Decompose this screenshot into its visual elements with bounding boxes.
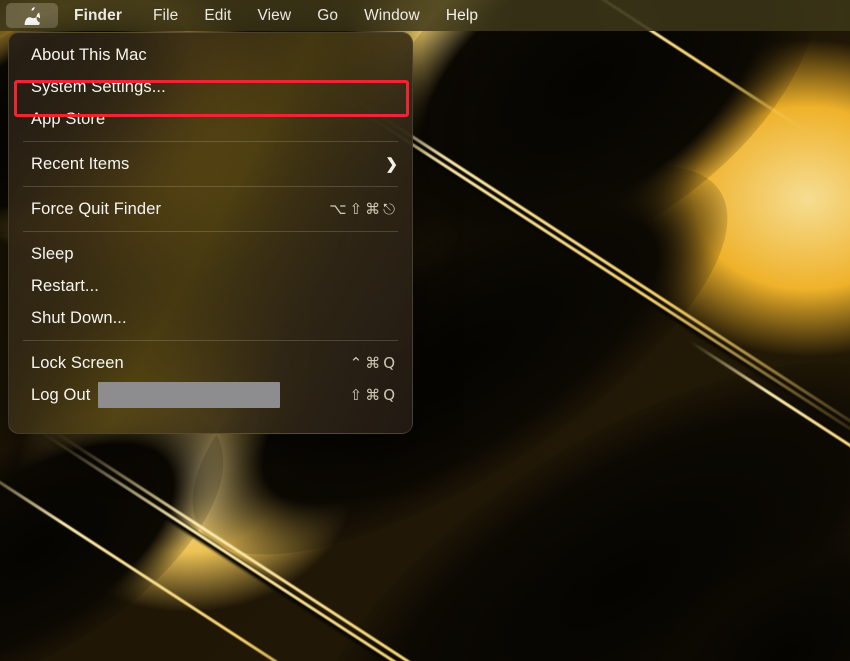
menu-item-shortcut: ⌥⇧⌘⎋ — [329, 200, 398, 218]
menubar-item-finder[interactable]: Finder — [58, 0, 140, 31]
menu-item-restart[interactable]: Restart... — [9, 270, 412, 302]
wallpaper-streak — [38, 430, 697, 661]
menu-item-force-quit-finder[interactable]: Force Quit Finder ⌥⇧⌘⎋ — [9, 193, 412, 225]
menu-separator — [23, 340, 398, 341]
menu-item-label: System Settings... — [31, 77, 166, 96]
menu-separator — [23, 231, 398, 232]
menu-item-system-settings[interactable]: System Settings... — [9, 71, 412, 103]
menu-item-recent-items[interactable]: Recent Items ❯ — [9, 148, 412, 180]
menu-item-log-out[interactable]: Log Out ⇧⌘Q — [9, 379, 412, 411]
menubar-item-go[interactable]: Go — [304, 0, 351, 31]
menu-item-label: Shut Down... — [31, 308, 127, 327]
apple-menu-button[interactable] — [6, 3, 58, 28]
menu-item-label: Lock Screen — [31, 353, 124, 372]
menubar-item-help[interactable]: Help — [433, 0, 491, 31]
apple-menu-dropdown: About This Mac System Settings... App St… — [8, 32, 413, 434]
menu-item-shortcut: ⌃⌘Q — [349, 354, 398, 372]
wallpaper-streak — [39, 430, 695, 661]
menu-item-label: Sleep — [31, 244, 74, 263]
wallpaper-streak — [689, 340, 850, 572]
menu-item-label: Log Out — [31, 385, 91, 404]
desktop-screen: Finder File Edit View Go Window Help Abo… — [0, 0, 850, 661]
wallpaper-streak — [0, 455, 431, 661]
menu-separator — [23, 141, 398, 142]
menu-item-label: Restart... — [31, 276, 99, 295]
menubar-item-view[interactable]: View — [244, 0, 304, 31]
menubar-item-file[interactable]: File — [140, 0, 191, 31]
menu-item-about-this-mac[interactable]: About This Mac — [9, 39, 412, 71]
menu-item-lock-screen[interactable]: Lock Screen ⌃⌘Q — [9, 347, 412, 379]
wallpaper-streak — [53, 430, 709, 661]
menu-item-label: App Store — [31, 109, 106, 128]
menu-item-app-store[interactable]: App Store — [9, 103, 412, 135]
menu-item-label: Recent Items — [31, 154, 130, 173]
menu-item-label: About This Mac — [31, 45, 147, 64]
menu-item-shortcut: ⇧⌘Q — [349, 386, 398, 404]
menu-item-shut-down[interactable]: Shut Down... — [9, 302, 412, 334]
menu-item-sleep[interactable]: Sleep — [9, 238, 412, 270]
wallpaper-wave — [594, 486, 850, 661]
menu-separator — [23, 186, 398, 187]
menu-bar: Finder File Edit View Go Window Help — [0, 0, 850, 31]
menu-item-label: Force Quit Finder — [31, 199, 162, 218]
apple-logo-icon — [24, 6, 40, 25]
menubar-item-edit[interactable]: Edit — [191, 0, 244, 31]
menubar-item-window[interactable]: Window — [351, 0, 433, 31]
chevron-right-icon: ❯ — [385, 155, 398, 173]
redacted-username — [98, 382, 281, 408]
